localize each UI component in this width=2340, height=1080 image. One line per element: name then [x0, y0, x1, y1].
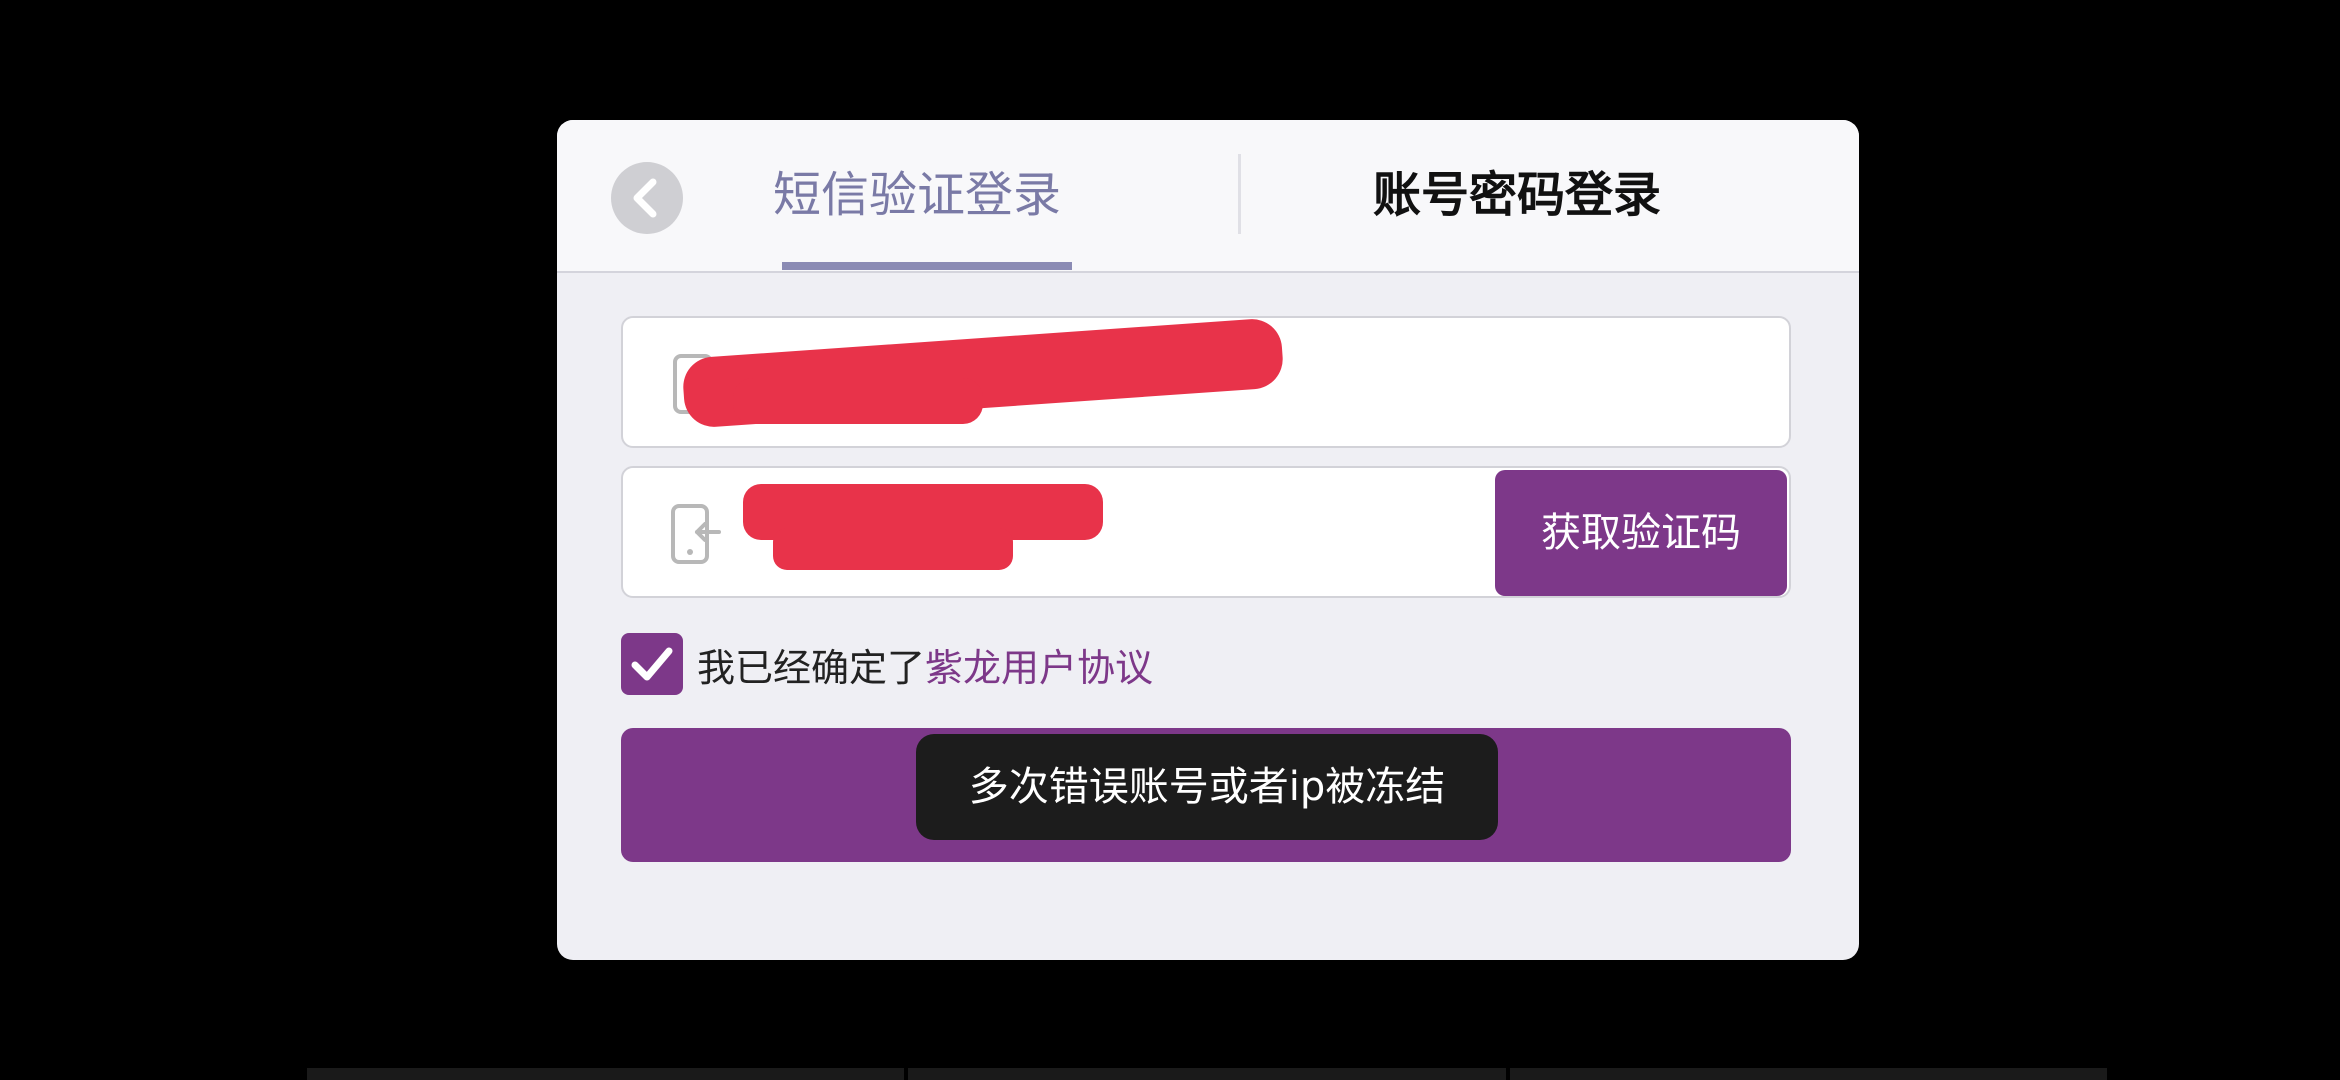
agreement-checkbox[interactable]	[621, 633, 683, 695]
phone-login-icon	[671, 504, 721, 564]
redaction-mark	[773, 528, 1013, 570]
agreement-text: 我已经确定了	[697, 645, 926, 690]
user-agreement-link[interactable]: 紫龙用户协议	[925, 637, 1153, 692]
nav-segment	[307, 1068, 905, 1080]
get-code-button[interactable]: 获取验证码	[1495, 470, 1787, 596]
tab-sms-login[interactable]: 短信验证登录	[757, 120, 1077, 271]
chevron-left-icon	[633, 178, 657, 218]
phone-field[interactable]	[621, 316, 1791, 448]
dialog-header: 短信验证登录 账号密码登录	[557, 120, 1859, 273]
toast-message: 多次错误账号或者ip被冻结	[916, 734, 1498, 840]
tab-password-login[interactable]: 账号密码登录	[1347, 120, 1687, 271]
agreement-row: 我已经确定了 紫龙用户协议	[621, 632, 1153, 696]
redaction-mark	[733, 378, 983, 424]
tab-divider	[1238, 154, 1241, 234]
nav-segment	[1509, 1068, 2107, 1080]
navigation-bar	[307, 1068, 2107, 1080]
screen: 短信验证登录 账号密码登录 获取验证码 我已经确定了 紫龙用户协议 多次错误账号…	[0, 0, 2340, 1080]
active-tab-indicator	[782, 262, 1072, 270]
back-button[interactable]	[611, 162, 683, 234]
code-field[interactable]: 获取验证码	[621, 466, 1791, 598]
nav-segment	[908, 1068, 1506, 1080]
checkmark-icon	[631, 647, 673, 681]
